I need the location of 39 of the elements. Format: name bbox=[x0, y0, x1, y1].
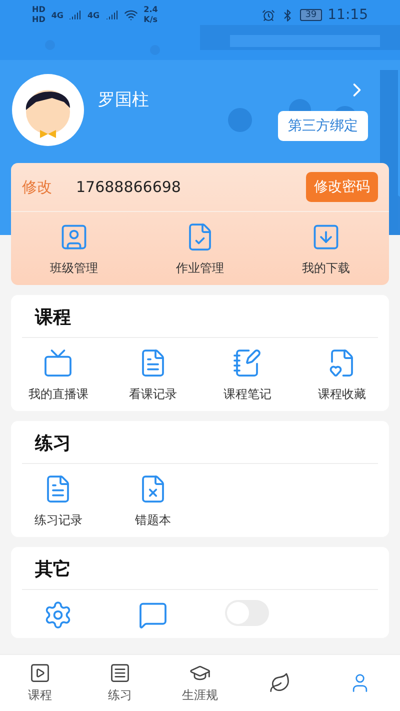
menu-item[interactable]: 错题本 bbox=[106, 474, 200, 529]
network-tag: HD bbox=[32, 5, 46, 15]
menu-item[interactable]: 课程笔记 bbox=[200, 348, 294, 403]
wifi-icon bbox=[124, 8, 138, 22]
menu-item[interactable]: 我的下载 bbox=[263, 222, 389, 277]
tv-icon bbox=[43, 348, 74, 378]
leaf-icon bbox=[269, 672, 291, 694]
phone-number: 17688866698 bbox=[76, 178, 181, 196]
menu-item[interactable]: 我的直播课 bbox=[11, 348, 106, 403]
network-tag: HD bbox=[32, 15, 46, 25]
user-frame-icon bbox=[59, 222, 89, 252]
tab[interactable]: 课程 bbox=[0, 655, 80, 711]
menu-item[interactable]: 班级管理 bbox=[11, 222, 137, 277]
signal-icon bbox=[69, 9, 82, 21]
tab[interactable]: 练习 bbox=[80, 655, 160, 711]
clock-time: 11:15 bbox=[328, 7, 368, 23]
avatar-drawing bbox=[12, 74, 84, 146]
section-title: 练习 bbox=[34, 432, 72, 456]
edit-label: 修改 bbox=[22, 178, 52, 196]
play-icon bbox=[29, 662, 51, 684]
third-party-binding-button[interactable]: 第三方绑定 bbox=[278, 111, 368, 141]
section-title: 课程 bbox=[34, 306, 72, 330]
network-tag: 4G bbox=[51, 10, 64, 20]
chat-icon bbox=[138, 600, 168, 630]
section-title: 其它 bbox=[34, 558, 72, 582]
download-icon bbox=[311, 222, 341, 252]
notebook-icon bbox=[232, 348, 262, 378]
battery-level: 39 bbox=[300, 9, 322, 21]
menu-item[interactable]: 练习记录 bbox=[11, 474, 106, 529]
menu-item[interactable]: 课程收藏 bbox=[294, 348, 389, 403]
menu-item[interactable]: 作业管理 bbox=[137, 222, 263, 277]
user-name: 罗国柱 bbox=[98, 88, 149, 110]
menu-item[interactable]: 看课记录 bbox=[106, 348, 200, 403]
list-icon bbox=[109, 662, 131, 684]
tab[interactable]: 生涯规 bbox=[160, 655, 240, 711]
network-speed: 2.4 bbox=[144, 5, 158, 15]
network-speed: K/s bbox=[144, 15, 158, 25]
alarm-icon bbox=[262, 8, 276, 22]
network-tag: 4G bbox=[87, 10, 100, 20]
